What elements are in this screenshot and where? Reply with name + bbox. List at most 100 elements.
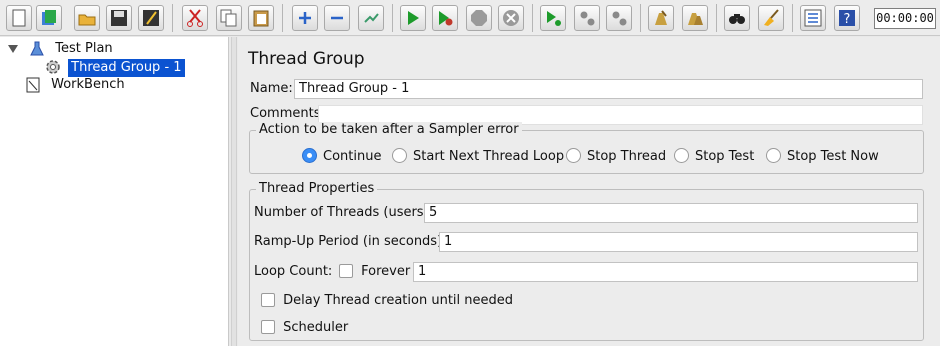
search-icon — [729, 14, 745, 24]
test-plan-tree: Test Plan Thread Group - 1 WorkBench — [0, 37, 229, 346]
templates-button[interactable] — [36, 5, 62, 31]
loop-count-label: Loop Count: — [254, 264, 333, 279]
threads-field[interactable]: 5 — [424, 203, 918, 223]
paste-button[interactable] — [248, 5, 274, 31]
name-field[interactable]: Thread Group - 1 — [294, 79, 923, 99]
separator — [792, 4, 793, 32]
radio-start-next-thread-loop[interactable]: Start Next Thread Loop — [392, 147, 564, 167]
expand-all-button[interactable] — [292, 5, 318, 31]
page-title: Thread Group — [248, 49, 365, 69]
save-icon — [111, 10, 127, 26]
svg-text:?: ? — [844, 12, 851, 27]
radio-stop-test-now[interactable]: Stop Test Now — [766, 147, 879, 167]
radio-label: Stop Test — [695, 149, 755, 164]
collapse-all-button[interactable] — [324, 5, 350, 31]
tree-node-workbench[interactable]: WorkBench — [26, 76, 128, 94]
paste-icon — [253, 10, 269, 27]
save-button[interactable] — [106, 5, 132, 31]
error-action-options: Continue Start Next Thread Loop Stop Thr… — [302, 147, 902, 167]
rampup-label: Ramp-Up Period (in seconds): — [254, 234, 447, 249]
radio-label: Start Next Thread Loop — [413, 149, 565, 164]
delay-thread-label: Delay Thread creation until needed — [283, 293, 514, 308]
scheduler-checkbox[interactable]: Scheduler — [261, 317, 348, 339]
function-helper-icon — [804, 9, 822, 27]
copy-button[interactable] — [216, 5, 242, 31]
separator — [716, 4, 717, 32]
loop-count-field[interactable]: 1 — [413, 262, 918, 282]
radio-icon — [766, 148, 781, 163]
start-no-pauses-icon — [439, 11, 453, 26]
remote-stop-all-button[interactable] — [574, 5, 600, 31]
save-as-button[interactable] — [138, 5, 164, 31]
tree-label-test-plan: Test Plan — [55, 41, 113, 56]
toolbar: ? 00:00:00 — [0, 0, 940, 36]
remote-shutdown-all-button[interactable] — [606, 5, 632, 31]
clear-all-button[interactable] — [682, 5, 708, 31]
thread-group-panel: Thread Group Name: Thread Group - 1 Comm… — [238, 37, 940, 346]
search-button[interactable] — [724, 5, 750, 31]
delay-thread-checkbox[interactable]: Delay Thread creation until needed — [261, 290, 513, 312]
cut-button[interactable] — [182, 5, 208, 31]
checkbox-icon — [261, 292, 275, 307]
shutdown-icon — [503, 10, 519, 26]
gear-icon — [46, 60, 60, 74]
help-button[interactable]: ? — [834, 5, 860, 31]
radio-continue[interactable]: Continue — [302, 147, 381, 167]
shutdown-button[interactable] — [498, 5, 524, 31]
radio-stop-test[interactable]: Stop Test — [674, 147, 754, 167]
sampler-error-action-group: Action to be taken after a Sampler error… — [249, 122, 924, 174]
rampup-field[interactable]: 1 — [439, 232, 918, 252]
toggle-button[interactable] — [358, 5, 384, 31]
remote-start-all-button[interactable] — [540, 5, 566, 31]
reset-search-icon — [764, 9, 779, 26]
remote-start-all-icon — [547, 11, 561, 26]
remote-shutdown-all-icon — [612, 11, 627, 26]
separator — [282, 4, 283, 32]
split-pane-divider[interactable] — [231, 37, 237, 346]
toggle-icon — [364, 13, 379, 23]
scheduler-label: Scheduler — [283, 320, 349, 335]
clear-icon — [655, 10, 667, 25]
workbench-icon — [26, 77, 40, 92]
tree-label-thread-group: Thread Group - 1 — [68, 58, 185, 77]
stop-button[interactable] — [466, 5, 492, 31]
tree-node-test-plan[interactable]: Test Plan — [8, 40, 116, 58]
name-label: Name: — [250, 81, 293, 96]
elapsed-timer: 00:00:00 — [874, 8, 936, 29]
flask-icon — [30, 41, 44, 55]
tree-label-workbench: WorkBench — [51, 77, 125, 92]
separator — [532, 4, 533, 32]
checkbox-icon — [261, 319, 275, 334]
copy-icon — [220, 9, 237, 27]
threads-label: Number of Threads (users): — [254, 205, 434, 220]
start-icon — [408, 11, 419, 25]
remote-stop-all-icon — [580, 11, 595, 26]
separator — [392, 4, 393, 32]
stop-icon — [471, 10, 487, 26]
open-button[interactable] — [74, 5, 100, 31]
help-icon: ? — [839, 10, 855, 27]
new-button[interactable] — [6, 5, 32, 31]
sampler-error-legend: Action to be taken after a Sampler error — [256, 122, 522, 138]
radio-icon — [674, 148, 689, 163]
save-as-icon — [143, 10, 159, 26]
start-no-pauses-button[interactable] — [432, 5, 458, 31]
separator — [172, 4, 173, 32]
radio-label: Stop Test Now — [787, 149, 879, 164]
separator — [640, 4, 641, 32]
tree-node-thread-group[interactable]: Thread Group - 1 — [44, 58, 185, 77]
reset-search-button[interactable] — [758, 5, 784, 31]
radio-label: Continue — [323, 149, 382, 164]
expand-triangle-icon[interactable] — [8, 44, 18, 53]
radio-stop-thread[interactable]: Stop Thread — [566, 147, 666, 167]
forever-checkbox[interactable]: Forever — [339, 261, 410, 283]
clear-button[interactable] — [648, 5, 674, 31]
new-icon — [12, 9, 26, 27]
radio-selected-icon — [302, 148, 317, 163]
radio-label: Stop Thread — [587, 149, 667, 164]
start-button[interactable] — [400, 5, 426, 31]
open-icon — [78, 14, 96, 26]
checkbox-icon — [339, 263, 353, 278]
function-helper-button[interactable] — [800, 5, 826, 31]
cut-icon — [187, 9, 203, 27]
